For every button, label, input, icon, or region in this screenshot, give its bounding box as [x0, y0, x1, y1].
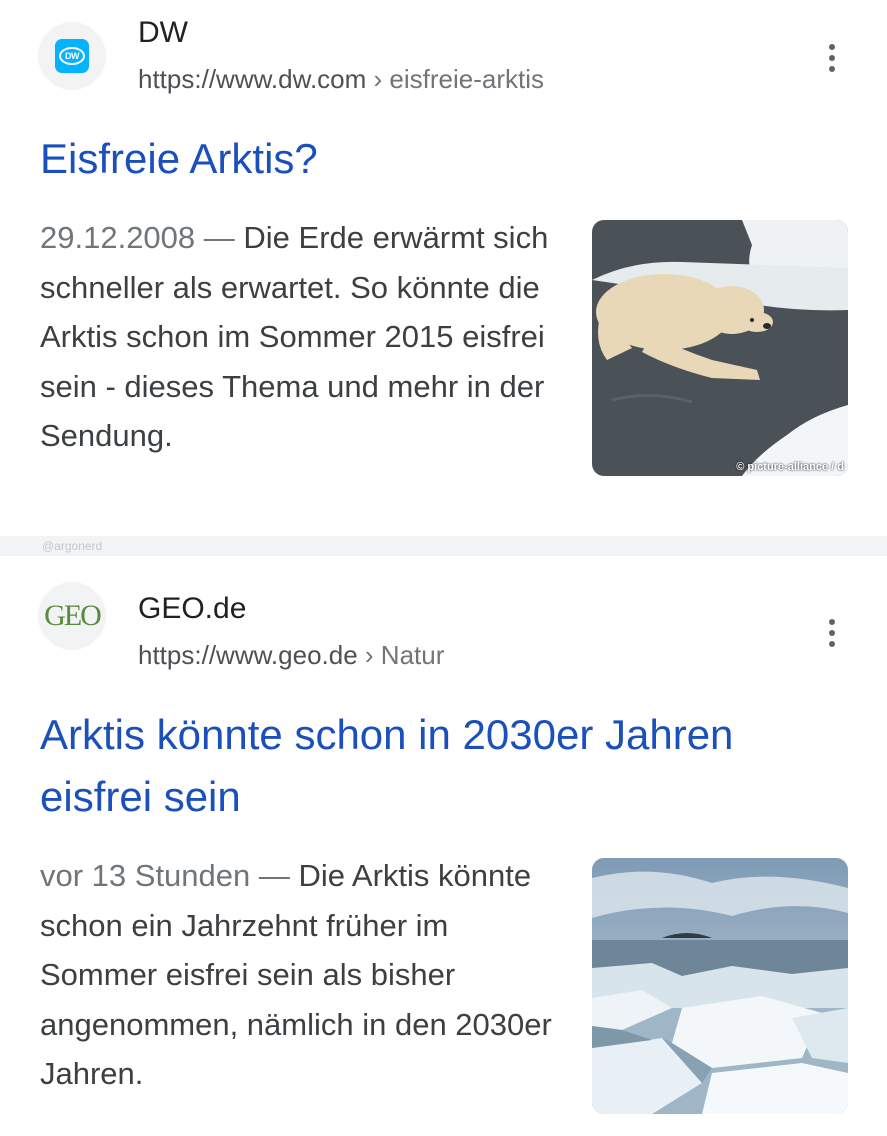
url-breadcrumb: › Natur	[357, 640, 445, 670]
geo-favicon-icon[interactable]: GEO	[38, 582, 106, 650]
result-snippet: 29.12.2008 — Die Erde erwärmt sich schne…	[40, 213, 570, 461]
site-name[interactable]: GEO.de	[138, 592, 246, 626]
result-date: 29.12.2008 —	[40, 220, 244, 255]
section-divider: @argonerd	[0, 536, 887, 556]
arctic-ice-image	[592, 858, 848, 1114]
more-options-button[interactable]	[818, 613, 846, 653]
watermark: @argonerd	[42, 539, 103, 553]
snippet-text: Die Erde erwärmt sich schneller als erwa…	[40, 220, 549, 454]
geo-logo-icon: GEO	[44, 599, 102, 632]
site-url[interactable]: https://www.dw.com › eisfreie-arktis	[138, 64, 544, 95]
polar-bear-thumbnail[interactable]: © picture-alliance / d	[592, 220, 848, 476]
url-breadcrumb: › eisfreie-arktis	[366, 64, 545, 94]
result-title-link[interactable]: Arktis könnte schon in 2030er Jahren eis…	[40, 704, 760, 828]
site-url[interactable]: https://www.geo.de › Natur	[138, 640, 444, 671]
search-result-geo: GEO GEO.de https://www.geo.de › Natur Ar…	[0, 556, 887, 1136]
more-options-button[interactable]	[818, 38, 846, 78]
arctic-ice-thumbnail[interactable]	[592, 858, 848, 1114]
result-title-link[interactable]: Eisfreie Arktis?	[40, 128, 318, 190]
polar-bear-image	[592, 220, 848, 476]
result-snippet: vor 13 Stunden — Die Arktis könnte schon…	[40, 851, 570, 1099]
snippet-text: Die Arktis könnte schon ein Jahrzehnt fr…	[40, 858, 552, 1092]
image-credit: © picture-alliance / d	[736, 461, 844, 473]
site-name[interactable]: DW	[138, 16, 188, 50]
search-result-dw: DW DW https://www.dw.com › eisfreie-arkt…	[0, 0, 887, 536]
dw-favicon-icon[interactable]: DW	[38, 22, 106, 90]
url-domain: https://www.geo.de	[138, 640, 358, 670]
dw-logo-icon: DW	[55, 39, 89, 73]
url-domain: https://www.dw.com	[138, 64, 367, 94]
result-date: vor 13 Stunden —	[40, 858, 299, 893]
